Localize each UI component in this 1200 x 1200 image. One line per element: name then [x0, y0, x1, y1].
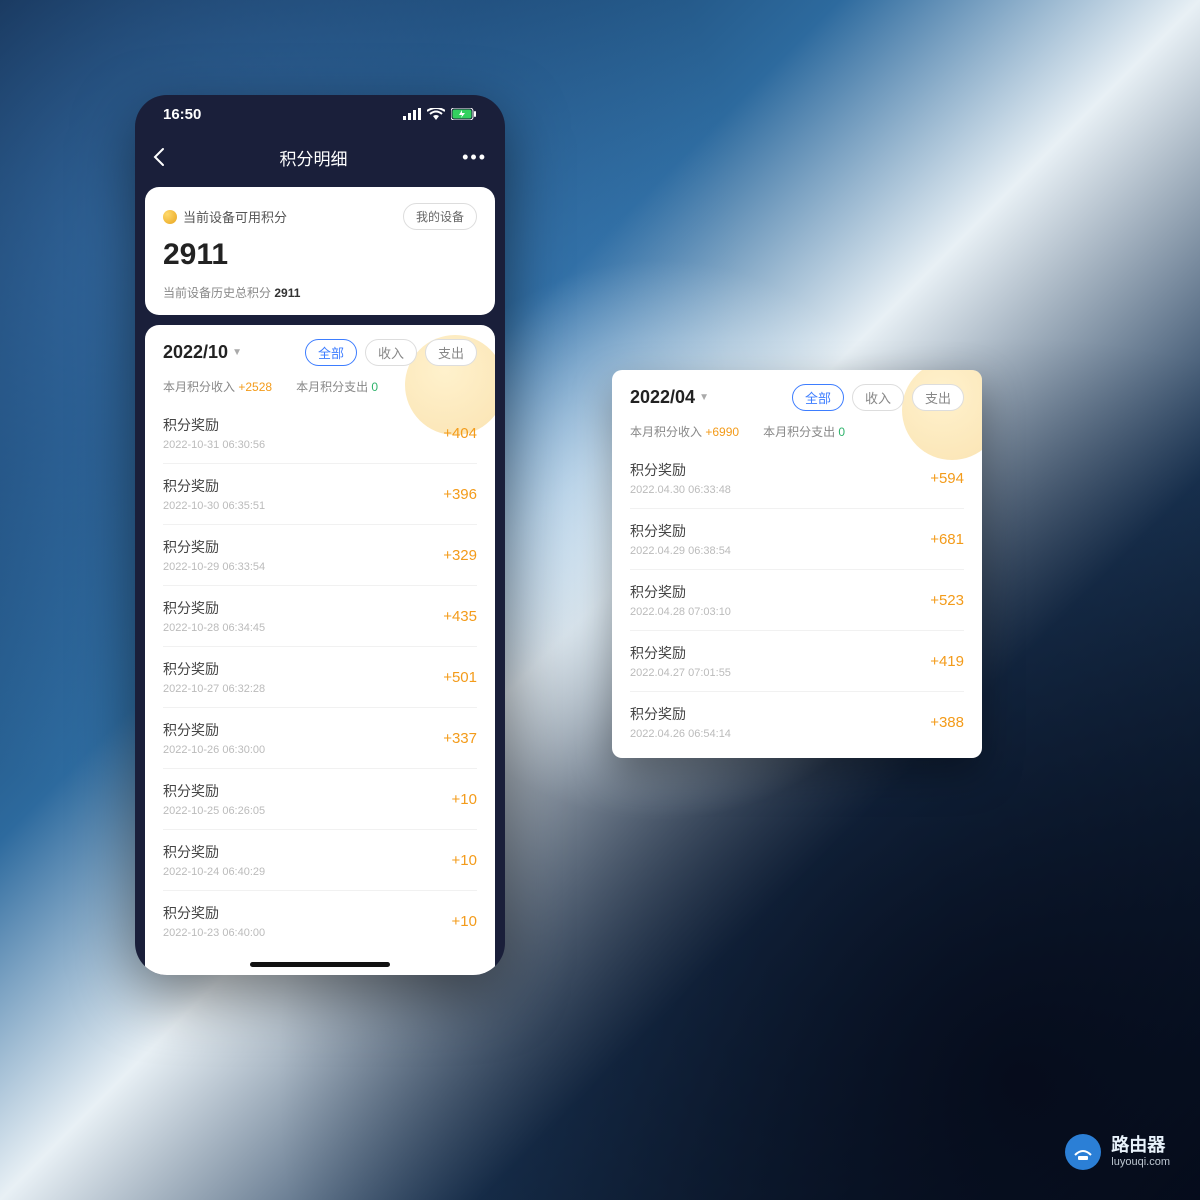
- item-value: +388: [930, 714, 964, 731]
- list-item[interactable]: 积分奖励 2022-10-23 06:40:00 +10: [163, 891, 477, 951]
- item-value: +10: [452, 913, 477, 930]
- home-indicator: [250, 962, 390, 967]
- item-timestamp: 2022-10-24 06:40:29: [163, 866, 265, 878]
- item-timestamp: 2022-10-23 06:40:00: [163, 927, 265, 939]
- status-icons: [403, 108, 477, 120]
- item-timestamp: 2022-10-29 06:33:54: [163, 561, 265, 573]
- item-value: +396: [443, 486, 477, 503]
- item-value: +523: [930, 592, 964, 609]
- list-item[interactable]: 积分奖励 2022.04.26 06:54:14 +388: [630, 692, 964, 752]
- month-section-left: 2022/10▼ 全部 收入 支出 本月积分收入 +2528 本月积分支出 0 …: [145, 325, 495, 975]
- item-timestamp: 2022-10-31 06:30:56: [163, 439, 265, 451]
- item-value: +329: [443, 547, 477, 564]
- list-item[interactable]: 积分奖励 2022-10-30 06:35:51 +396: [163, 464, 477, 525]
- item-title: 积分奖励: [163, 903, 265, 923]
- item-title: 积分奖励: [163, 720, 265, 740]
- more-icon[interactable]: •••: [462, 147, 487, 168]
- item-value: +10: [452, 852, 477, 869]
- tab-income[interactable]: 收入: [852, 384, 904, 411]
- item-title: 积分奖励: [630, 582, 731, 602]
- item-timestamp: 2022-10-30 06:35:51: [163, 500, 265, 512]
- month-selector[interactable]: 2022/04▼: [630, 387, 709, 408]
- item-value: +337: [443, 730, 477, 747]
- list-item[interactable]: 积分奖励 2022-10-24 06:40:29 +10: [163, 830, 477, 891]
- item-title: 积分奖励: [630, 521, 731, 541]
- list-item[interactable]: 积分奖励 2022-10-26 06:30:00 +337: [163, 708, 477, 769]
- item-value: +419: [930, 653, 964, 670]
- item-value: +404: [443, 425, 477, 442]
- clock: 16:50: [163, 106, 201, 123]
- item-timestamp: 2022-10-26 06:30:00: [163, 744, 265, 756]
- tab-all[interactable]: 全部: [792, 384, 844, 411]
- coin-icon: [163, 210, 177, 224]
- tab-all[interactable]: 全部: [305, 339, 357, 366]
- item-timestamp: 2022.04.27 07:01:55: [630, 667, 731, 679]
- month-selector[interactable]: 2022/10▼: [163, 342, 242, 363]
- chevron-down-icon: ▼: [699, 392, 709, 403]
- item-value: +501: [443, 669, 477, 686]
- transaction-list: 积分奖励 2022-10-31 06:30:56 +404 积分奖励 2022-10-3…: [163, 403, 477, 951]
- item-value: +681: [930, 531, 964, 548]
- item-timestamp: 2022.04.28 07:03:10: [630, 606, 731, 618]
- filter-tabs: 全部 收入 支出: [305, 339, 477, 366]
- tab-income[interactable]: 收入: [365, 339, 417, 366]
- list-item[interactable]: 积分奖励 2022.04.30 06:33:48 +594: [630, 448, 964, 509]
- item-timestamp: 2022-10-28 06:34:45: [163, 622, 265, 634]
- item-timestamp: 2022.04.30 06:33:48: [630, 484, 731, 496]
- available-points-label: 当前设备可用积分: [183, 207, 287, 226]
- item-title: 积分奖励: [163, 842, 265, 862]
- list-item[interactable]: 积分奖励 2022-10-28 06:34:45 +435: [163, 586, 477, 647]
- phone-screenshot: 16:50 积分明细 ••• 当前设备可用积分 我的设备 2911 当前设备历史…: [135, 95, 505, 975]
- item-title: 积分奖励: [630, 643, 731, 663]
- item-value: +10: [452, 791, 477, 808]
- list-item[interactable]: 积分奖励 2022.04.28 07:03:10 +523: [630, 570, 964, 631]
- item-title: 积分奖励: [630, 460, 731, 480]
- cellular-icon: [403, 108, 421, 120]
- item-title: 积分奖励: [163, 415, 265, 435]
- page-title: 积分明细: [280, 145, 348, 170]
- tab-expense[interactable]: 支出: [425, 339, 477, 366]
- status-bar: 16:50: [135, 95, 505, 133]
- item-title: 积分奖励: [163, 598, 265, 618]
- month-summary: 本月积分收入 +6990 本月积分支出 0: [630, 423, 964, 440]
- list-item[interactable]: 积分奖励 2022.04.29 06:38:54 +681: [630, 509, 964, 570]
- watermark-text: 路由器: [1111, 1135, 1170, 1157]
- router-logo-icon: [1065, 1134, 1101, 1170]
- watermark-url: luyouqi.com: [1111, 1156, 1170, 1169]
- list-item[interactable]: 积分奖励 2022-10-27 06:32:28 +501: [163, 647, 477, 708]
- item-title: 积分奖励: [163, 659, 265, 679]
- month-section-right: 2022/04▼ 全部 收入 支出 本月积分收入 +6990 本月积分支出 0 …: [612, 370, 982, 758]
- tab-expense[interactable]: 支出: [912, 384, 964, 411]
- item-title: 积分奖励: [163, 537, 265, 557]
- back-icon[interactable]: [153, 147, 165, 167]
- transaction-list: 积分奖励 2022.04.30 06:33:48 +594 积分奖励 2022.04.2…: [630, 448, 964, 752]
- item-title: 积分奖励: [163, 781, 265, 801]
- item-title: 积分奖励: [630, 704, 731, 724]
- my-device-button[interactable]: 我的设备: [403, 203, 477, 230]
- watermark: 路由器 luyouqi.com: [1065, 1134, 1170, 1170]
- points-card: 当前设备可用积分 我的设备 2911 当前设备历史总积分 2911: [145, 187, 495, 315]
- points-value: 2911: [163, 238, 477, 272]
- navbar: 积分明细 •••: [135, 133, 505, 181]
- item-title: 积分奖励: [163, 476, 265, 496]
- history-points-line: 当前设备历史总积分 2911: [163, 284, 477, 301]
- list-item[interactable]: 积分奖励 2022-10-29 06:33:54 +329: [163, 525, 477, 586]
- item-timestamp: 2022.04.26 06:54:14: [630, 728, 731, 740]
- item-timestamp: 2022-10-25 06:26:05: [163, 805, 265, 817]
- list-item[interactable]: 积分奖励 2022-10-25 06:26:05 +10: [163, 769, 477, 830]
- item-timestamp: 2022.04.29 06:38:54: [630, 545, 731, 557]
- chevron-down-icon: ▼: [232, 347, 242, 358]
- month-summary: 本月积分收入 +2528 本月积分支出 0: [163, 378, 477, 395]
- item-value: +435: [443, 608, 477, 625]
- item-value: +594: [930, 470, 964, 487]
- wifi-icon: [427, 108, 445, 120]
- list-item[interactable]: 积分奖励 2022.04.27 07:01:55 +419: [630, 631, 964, 692]
- filter-tabs: 全部 收入 支出: [792, 384, 964, 411]
- battery-charging-icon: [451, 108, 477, 120]
- list-item[interactable]: 积分奖励 2022-10-31 06:30:56 +404: [163, 403, 477, 464]
- item-timestamp: 2022-10-27 06:32:28: [163, 683, 265, 695]
